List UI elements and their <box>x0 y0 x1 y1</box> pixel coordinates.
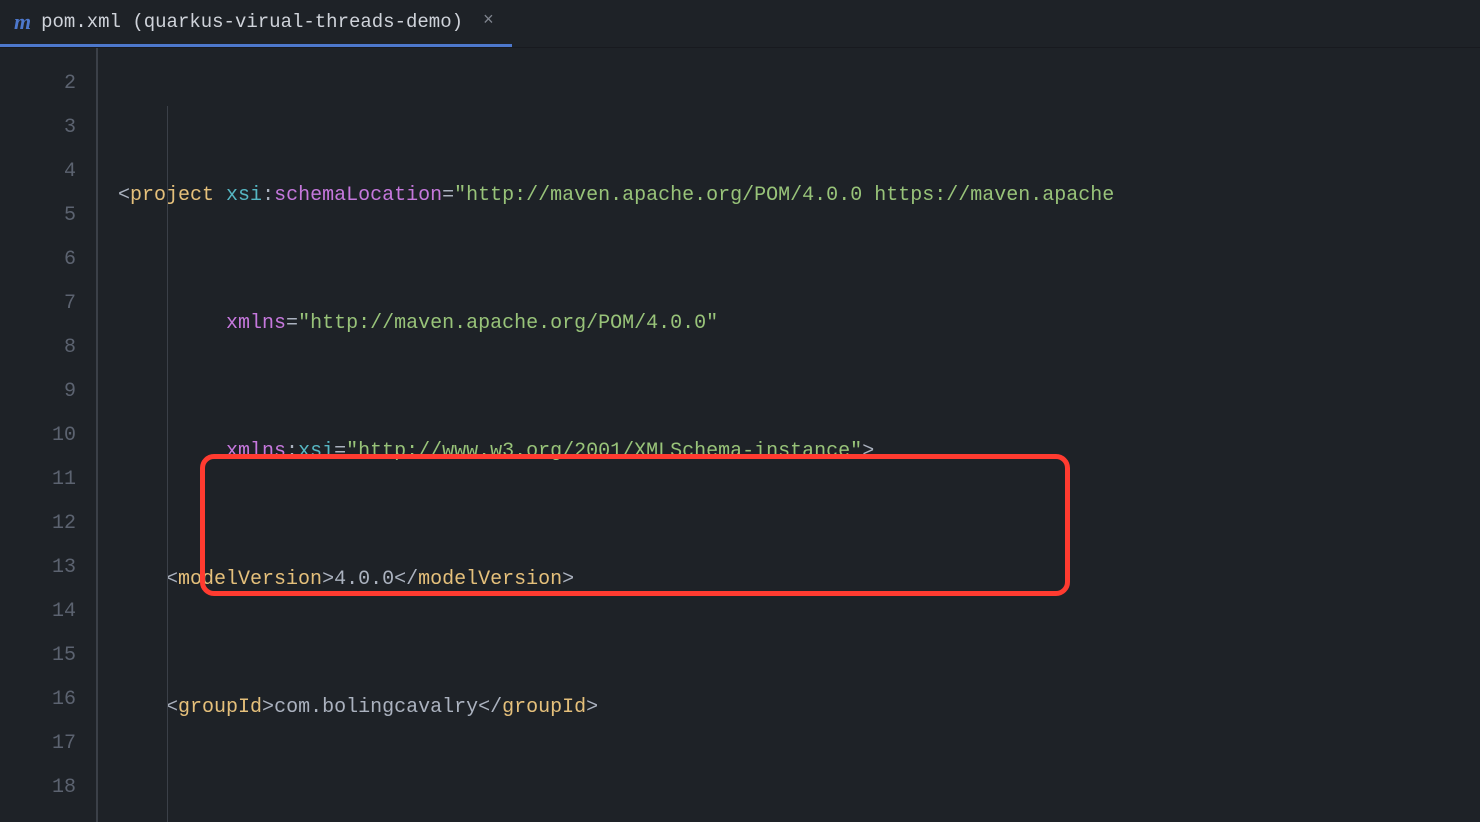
code-line: <project xsi:schemaLocation="http://mave… <box>118 174 1480 218</box>
line-number: 18 <box>0 766 76 810</box>
line-number: 14 <box>0 590 76 634</box>
line-number: 4 <box>0 150 76 194</box>
line-number: 2 <box>0 62 76 106</box>
line-number: 10 <box>0 414 76 458</box>
code-line: <groupId>com.bolingcavalry</groupId> <box>118 686 1480 730</box>
editor[interactable]: 2 3 4 5 6 7 8 9 10 11 12 13 14 15 16 17 … <box>0 48 1480 822</box>
code-area[interactable]: <project xsi:schemaLocation="http://mave… <box>118 48 1480 822</box>
gutter-divider <box>96 48 98 822</box>
line-number: 15 <box>0 634 76 678</box>
line-number: 12 <box>0 502 76 546</box>
line-number: 8 <box>0 326 76 370</box>
code-line: xmlns="http://maven.apache.org/POM/4.0.0… <box>118 302 1480 346</box>
line-number: 11 <box>0 458 76 502</box>
line-number: 13 <box>0 546 76 590</box>
line-number: 5 <box>0 194 76 238</box>
line-number: 3 <box>0 106 76 150</box>
maven-icon: m <box>14 7 31 38</box>
code-line: xmlns:xsi="http://www.w3.org/2001/XMLSch… <box>118 430 1480 474</box>
tab-title: pom.xml (quarkus-virual-threads-demo) <box>41 9 463 36</box>
line-number: 9 <box>0 370 76 414</box>
line-number: 6 <box>0 238 76 282</box>
code-line: <modelVersion>4.0.0</modelVersion> <box>118 558 1480 602</box>
line-number: 7 <box>0 282 76 326</box>
code-line: <artifactId>quarkus-virual-threads-demo<… <box>118 814 1480 822</box>
line-number: 17 <box>0 722 76 766</box>
line-number: 16 <box>0 678 76 722</box>
line-number-gutter: 2 3 4 5 6 7 8 9 10 11 12 13 14 15 16 17 … <box>0 48 96 822</box>
close-icon[interactable]: × <box>483 9 494 34</box>
tab-bar: m pom.xml (quarkus-virual-threads-demo) … <box>0 0 1480 48</box>
indent-guide <box>167 106 168 822</box>
tab-pom-xml[interactable]: m pom.xml (quarkus-virual-threads-demo) … <box>0 0 512 47</box>
